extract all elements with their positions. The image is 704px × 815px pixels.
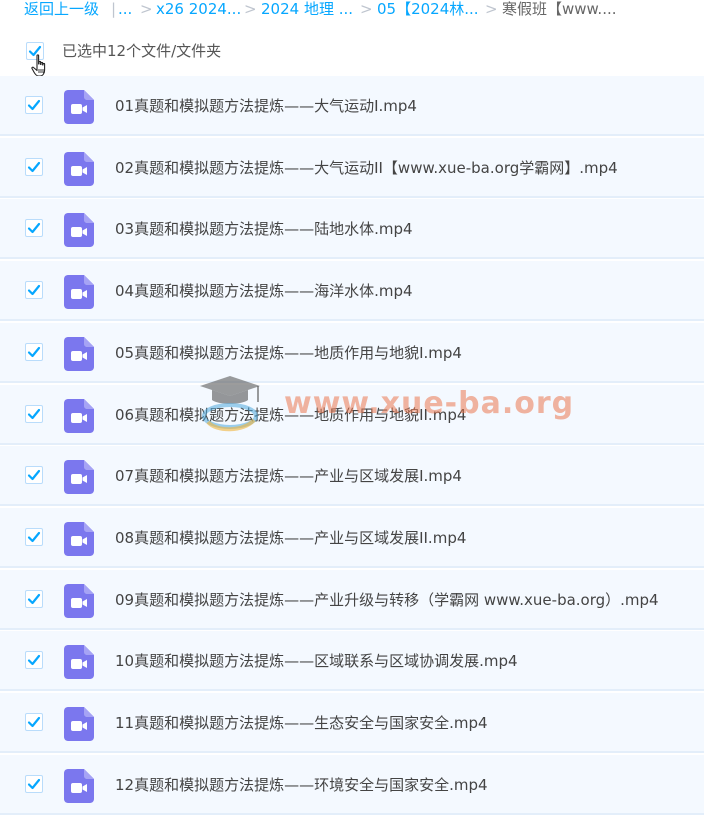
file-name: 04真题和模拟题方法提炼——海洋水体.mp4 [115, 282, 413, 301]
file-row[interactable]: 08真题和模拟题方法提炼——产业与区域发展II.mp4 [0, 507, 704, 568]
file-row[interactable]: 03真题和模拟题方法提炼——陆地水体.mp4 [0, 199, 704, 260]
checkmark-icon [27, 470, 41, 481]
file-row[interactable]: 12真题和模拟题方法提炼——环境安全与国家安全.mp4 [0, 754, 704, 815]
video-file-icon [64, 707, 94, 741]
video-file-icon [64, 583, 94, 618]
file-checkbox[interactable] [25, 774, 43, 793]
checkmark-icon [27, 778, 41, 789]
file-checkbox[interactable] [25, 157, 43, 176]
file-name: 12真题和模拟题方法提炼——环境安全与国家安全.mp4 [115, 775, 488, 794]
file-row[interactable]: 06真题和模拟题方法提炼——地质作用与地貌II.mp4 [0, 384, 704, 445]
selection-bar: 已选中12个文件/文件夹 [0, 34, 704, 72]
video-file-icon [64, 275, 94, 310]
file-checkbox[interactable] [25, 96, 43, 114]
file-checkbox[interactable] [25, 404, 43, 423]
selection-count-text: 已选中12个文件/文件夹 [62, 42, 222, 60]
file-checkbox[interactable] [25, 342, 43, 361]
file-row[interactable]: 04真题和模拟题方法提炼——海洋水体.mp4 [0, 261, 704, 322]
checkmark-icon [27, 593, 41, 604]
video-file-icon [64, 336, 94, 371]
breadcrumb-item-geography[interactable]: 2024 地理 ... [261, 0, 353, 18]
breadcrumb-separator: > [140, 0, 153, 18]
file-name: 02真题和模拟题方法提炼——大气运动II【www.xue-ba.org学霸网】.… [115, 158, 618, 177]
file-name: 06真题和模拟题方法提炼——地质作用与地貌II.mp4 [115, 405, 467, 424]
checkmark-icon [27, 284, 41, 296]
file-name: 03真题和模拟题方法提炼——陆地水体.mp4 [115, 220, 413, 239]
file-checkbox[interactable] [25, 281, 43, 300]
checkmark-icon [27, 223, 41, 234]
file-row[interactable]: 05真题和模拟题方法提炼——地质作用与地貌I.mp4 [0, 322, 704, 383]
file-name: 09真题和模拟题方法提炼——产业升级与转移（学霸网 www.xue-ba.org… [115, 590, 659, 609]
video-file-icon [64, 151, 94, 186]
file-row[interactable]: 10真题和模拟题方法提炼——区域联系与区域协调发展.mp4 [0, 631, 704, 692]
file-row[interactable]: 01真题和模拟题方法提炼——大气运动I.mp4 [0, 76, 704, 136]
file-checkbox[interactable] [25, 466, 43, 485]
checkmark-icon [27, 408, 41, 419]
video-file-icon [64, 521, 94, 556]
file-name: 10真题和模拟题方法提炼——区域联系与区域协调发展.mp4 [115, 652, 518, 671]
checkmark-icon [27, 716, 41, 728]
checkmark-icon [27, 531, 41, 542]
file-row[interactable]: 09真题和模拟题方法提炼——产业升级与转移（学霸网 www.xue-ba.org… [0, 569, 704, 630]
breadcrumb-current: 寒假班【www.... [502, 0, 617, 18]
file-checkbox[interactable] [25, 589, 43, 608]
video-file-icon [64, 398, 94, 433]
breadcrumb: 返回上一级 | ... > x26 2024... > 2024 地理 ... … [0, 0, 704, 20]
file-name: 08真题和模拟题方法提炼——产业与区域发展II.mp4 [115, 528, 467, 547]
checkmark-icon [27, 99, 41, 111]
video-file-icon [64, 90, 94, 124]
video-file-icon [64, 213, 94, 248]
file-name: 01真题和模拟题方法提炼——大气运动I.mp4 [115, 97, 417, 115]
video-file-icon [64, 768, 94, 803]
back-link[interactable]: 返回上一级 [24, 0, 99, 18]
checkmark-icon [27, 655, 41, 666]
breadcrumb-divider: | [111, 0, 117, 18]
breadcrumb-item-05[interactable]: 05【2024林... [377, 0, 479, 18]
file-row[interactable]: 11真题和模拟题方法提炼——生态安全与国家安全.mp4 [0, 693, 704, 753]
breadcrumb-separator: > [485, 0, 498, 18]
breadcrumb-item-root[interactable]: ... [118, 0, 132, 18]
file-name: 11真题和模拟题方法提炼——生态安全与国家安全.mp4 [115, 714, 488, 732]
file-checkbox[interactable] [25, 651, 43, 670]
file-row[interactable]: 02真题和模拟题方法提炼——大气运动II【www.xue-ba.org学霸网】.… [0, 137, 704, 198]
file-checkbox[interactable] [25, 713, 43, 731]
file-name: 07真题和模拟题方法提炼——产业与区域发展I.mp4 [115, 467, 462, 486]
file-name: 05真题和模拟题方法提炼——地质作用与地貌I.mp4 [115, 343, 462, 362]
file-row[interactable]: 07真题和模拟题方法提炼——产业与区域发展I.mp4 [0, 446, 704, 507]
checkmark-icon [27, 161, 41, 172]
file-checkbox[interactable] [25, 527, 43, 546]
breadcrumb-item-x26[interactable]: x26 2024... [156, 0, 241, 18]
hand-pointer-icon [31, 54, 46, 77]
checkmark-icon [27, 346, 41, 357]
file-checkbox[interactable] [25, 219, 43, 238]
video-file-icon [64, 645, 94, 680]
breadcrumb-separator: > [244, 0, 257, 18]
breadcrumb-separator: > [360, 0, 373, 18]
video-file-icon [64, 460, 94, 495]
